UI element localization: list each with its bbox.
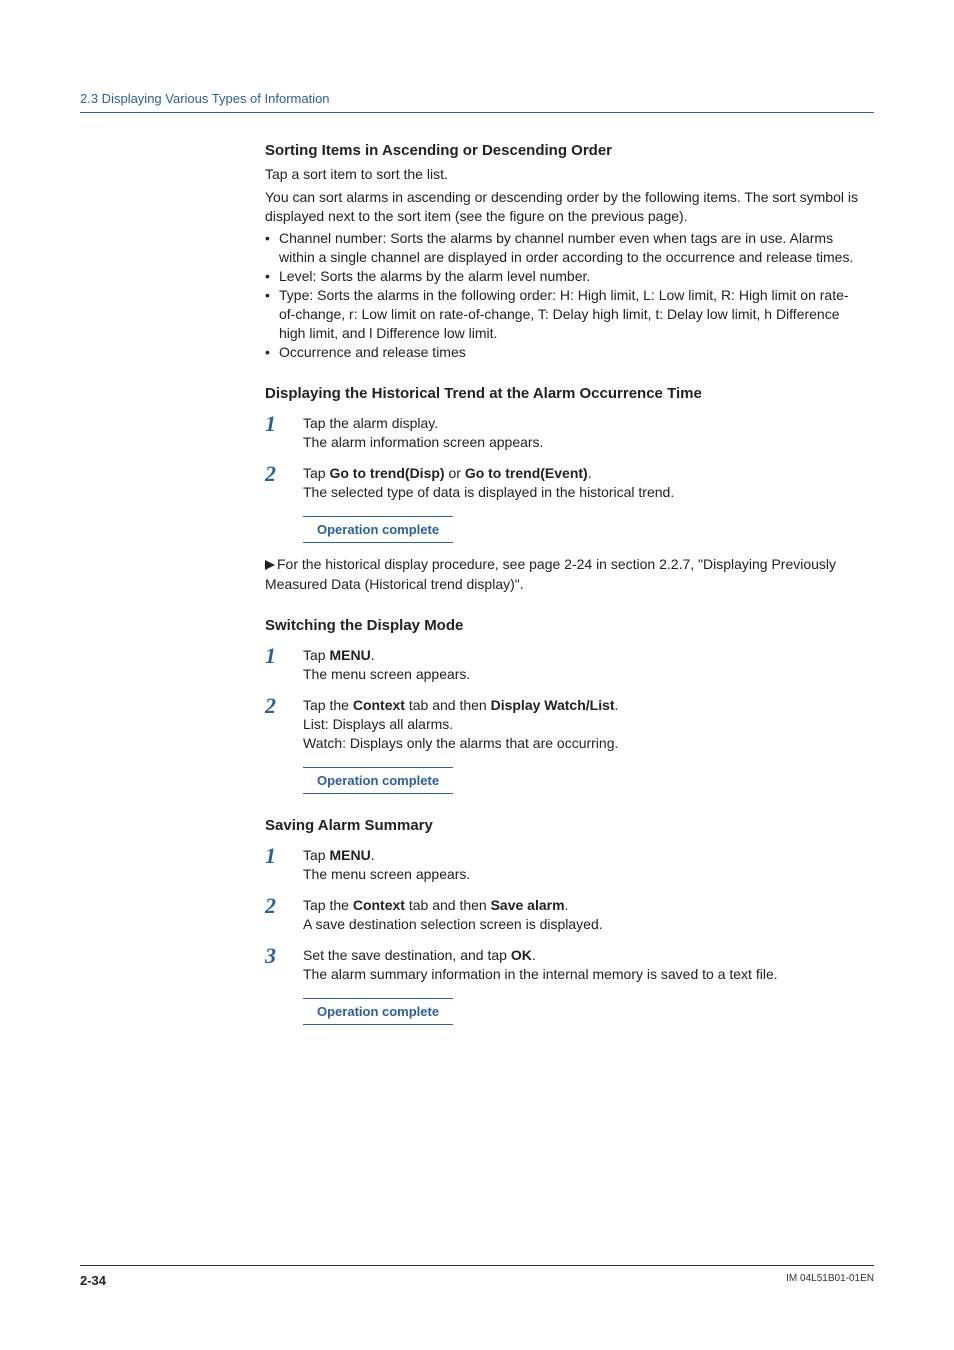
list-item: Channel number: Sorts the alarms by chan… xyxy=(265,229,864,267)
document-page: 2.3 Displaying Various Types of Informat… xyxy=(0,0,954,1350)
step-number: 2 xyxy=(265,694,283,717)
main-content: Sorting Items in Ascending or Descending… xyxy=(265,141,864,1026)
step-item: 1 Tap the alarm display. The alarm infor… xyxy=(265,412,864,452)
step-bold: Go to trend(Event) xyxy=(465,465,588,481)
document-id: IM 04L51B01-01EN xyxy=(786,1272,874,1290)
step-result: List: Displays all alarms. xyxy=(303,716,453,732)
step-list: 1 Tap MENU. The menu screen appears. 2 T… xyxy=(265,844,864,1025)
step-text: Tap xyxy=(303,847,329,863)
step-text: . xyxy=(615,697,619,713)
breadcrumb: 2.3 Displaying Various Types of Informat… xyxy=(80,90,874,113)
step-bold: Context xyxy=(353,697,405,713)
step-text: Tap xyxy=(303,647,329,663)
step-text: Tap the xyxy=(303,897,353,913)
step-list: 1 Tap the alarm display. The alarm infor… xyxy=(265,412,864,543)
step-result: Watch: Displays only the alarms that are… xyxy=(303,735,618,751)
step-bold: Save alarm xyxy=(491,897,565,913)
body-text: Tap a sort item to sort the list. xyxy=(265,165,864,184)
section-title-historical: Displaying the Historical Trend at the A… xyxy=(265,384,864,404)
step-instruction: Tap the alarm display. xyxy=(303,415,438,431)
step-item: 2 Tap Go to trend(Disp) or Go to trend(E… xyxy=(265,462,864,502)
step-text: . xyxy=(588,465,592,481)
step-result: The alarm summary information in the int… xyxy=(303,966,778,982)
step-bold: MENU xyxy=(329,647,370,663)
section-title-sorting: Sorting Items in Ascending or Descending… xyxy=(265,141,864,161)
step-bold: OK xyxy=(511,947,532,963)
step-number: 1 xyxy=(265,644,283,667)
operation-complete-badge: Operation complete xyxy=(303,767,453,795)
step-body: Tap Go to trend(Disp) or Go to trend(Eve… xyxy=(303,462,864,502)
body-text: You can sort alarms in ascending or desc… xyxy=(265,188,864,226)
step-bold: MENU xyxy=(329,847,370,863)
cross-reference-note: For the historical display procedure, se… xyxy=(265,555,864,594)
step-number: 1 xyxy=(265,844,283,867)
step-text: Tap xyxy=(303,465,329,481)
step-result: A save destination selection screen is d… xyxy=(303,916,603,932)
step-result: The alarm information screen appears. xyxy=(303,434,543,450)
step-number: 2 xyxy=(265,894,283,917)
page-footer: 2-34 IM 04L51B01-01EN xyxy=(80,1265,874,1290)
step-body: Tap the Context tab and then Save alarm.… xyxy=(303,894,864,934)
step-bold: Display Watch/List xyxy=(491,697,615,713)
list-item: Level: Sorts the alarms by the alarm lev… xyxy=(265,267,864,286)
step-text: . xyxy=(371,847,375,863)
xref-arrow-icon xyxy=(265,556,275,575)
step-text: tab and then xyxy=(405,897,491,913)
step-text: Set the save destination, and tap xyxy=(303,947,511,963)
step-text: . xyxy=(371,647,375,663)
operation-complete-badge: Operation complete xyxy=(303,998,453,1026)
step-text: . xyxy=(532,947,536,963)
step-text: Tap the xyxy=(303,697,353,713)
xref-text: For the historical display procedure, se… xyxy=(265,556,836,592)
section-title-saving: Saving Alarm Summary xyxy=(265,816,864,836)
list-item: Type: Sorts the alarms in the following … xyxy=(265,286,864,343)
step-body: Tap MENU. The menu screen appears. xyxy=(303,644,864,684)
step-body: Set the save destination, and tap OK. Th… xyxy=(303,944,864,984)
step-number: 1 xyxy=(265,412,283,435)
step-bold: Go to trend(Disp) xyxy=(329,465,444,481)
step-item: 2 Tap the Context tab and then Display W… xyxy=(265,694,864,753)
step-item: 1 Tap MENU. The menu screen appears. xyxy=(265,644,864,684)
step-list: 1 Tap MENU. The menu screen appears. 2 T… xyxy=(265,644,864,794)
step-number: 2 xyxy=(265,462,283,485)
step-body: Tap the Context tab and then Display Wat… xyxy=(303,694,864,753)
step-result: The selected type of data is displayed i… xyxy=(303,484,674,500)
page-number: 2-34 xyxy=(80,1272,106,1290)
step-item: 2 Tap the Context tab and then Save alar… xyxy=(265,894,864,934)
step-item: 1 Tap MENU. The menu screen appears. xyxy=(265,844,864,884)
step-number: 3 xyxy=(265,944,283,967)
step-text: tab and then xyxy=(405,697,491,713)
list-item: Occurrence and release times xyxy=(265,343,864,362)
step-text: . xyxy=(565,897,569,913)
step-body: Tap the alarm display. The alarm informa… xyxy=(303,412,864,452)
step-result: The menu screen appears. xyxy=(303,666,470,682)
section-title-switching: Switching the Display Mode xyxy=(265,616,864,636)
step-result: The menu screen appears. xyxy=(303,866,470,882)
operation-complete-badge: Operation complete xyxy=(303,516,453,544)
step-text: or xyxy=(445,465,465,481)
step-item: 3 Set the save destination, and tap OK. … xyxy=(265,944,864,984)
step-bold: Context xyxy=(353,897,405,913)
bullet-list: Channel number: Sorts the alarms by chan… xyxy=(265,229,864,361)
step-body: Tap MENU. The menu screen appears. xyxy=(303,844,864,884)
